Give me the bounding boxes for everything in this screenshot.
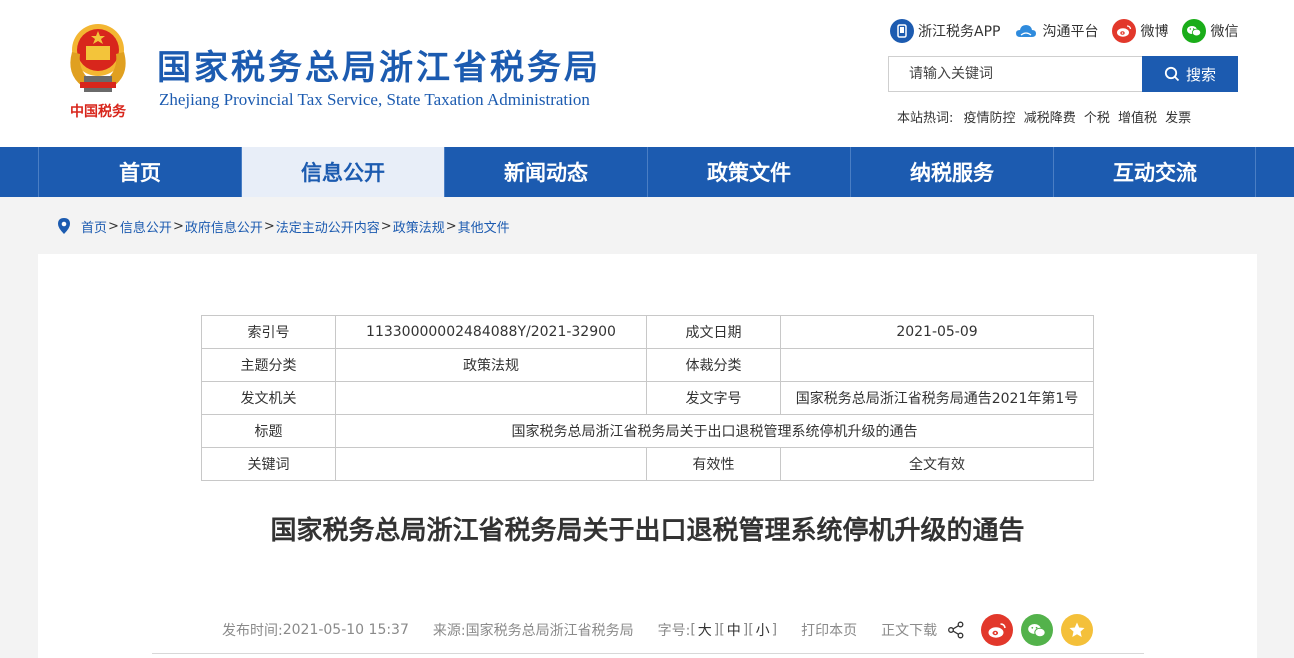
nav-item-policy[interactable]: 政策文件 [647, 147, 850, 197]
hot-words-label: 本站热词: [897, 111, 954, 126]
breadcrumb-separator: > [445, 218, 457, 234]
wechat-icon [1182, 19, 1207, 43]
table-row: 标题 国家税务总局浙江省税务局关于出口退税管理系统停机升级的通告 [201, 414, 1094, 448]
nav-item-home[interactable]: 首页 [38, 147, 241, 197]
breadcrumb-separator: > [380, 218, 392, 234]
breadcrumb-separator: > [263, 218, 275, 234]
nav-item-info-disclosure[interactable]: 信息公开 [241, 147, 444, 197]
table-row: 关键词 有效性 全文有效 [201, 447, 1094, 481]
topic-label: 主题分类 [201, 348, 336, 382]
top-link-weibo[interactable]: 微博 [1112, 19, 1168, 43]
top-links: 浙江税务APP 沟通平台 微博 微信 [890, 18, 1238, 44]
breadcrumb-link[interactable]: 其他文件 [458, 217, 510, 236]
top-link-label: 沟通平台 [1042, 24, 1099, 40]
breadcrumb: 首页 > 信息公开 > 政府信息公开 > 法定主动公开内容 > 政策法规 > 其… [57, 216, 510, 236]
top-link-label: 浙江税务APP [918, 24, 1001, 40]
table-row: 索引号 11330000002484088Y/2021-32900 成文日期 2… [201, 315, 1094, 349]
cloud-icon [1014, 19, 1038, 43]
app-phone-icon [890, 19, 914, 43]
content-card: 索引号 11330000002484088Y/2021-32900 成文日期 2… [38, 254, 1257, 658]
nav-item-interaction[interactable]: 互动交流 [1053, 147, 1256, 197]
main-nav: 首页 信息公开 新闻动态 政策文件 纳税服务 互动交流 [0, 147, 1294, 197]
wechat-share-icon[interactable] [1021, 614, 1054, 646]
hot-words: 本站热词: 疫情防控 减税降费 个税 增值税 发票 [897, 107, 1195, 126]
publish-time-value: 2021-05-10 15:37 [282, 622, 409, 638]
breadcrumb-link[interactable]: 首页 [81, 217, 107, 236]
hot-word[interactable]: 减税降费 [1024, 111, 1076, 126]
validity-label: 有效性 [646, 447, 781, 481]
print-button[interactable]: 打印本页 [801, 620, 857, 640]
font-size-medium-button[interactable]: 中 [727, 620, 741, 640]
hot-word[interactable]: 个税 [1084, 111, 1110, 126]
title-label: 标题 [201, 414, 336, 448]
publish-time-label: 发布时间: [222, 623, 283, 639]
table-row: 发文机关 发文字号 国家税务总局浙江省税务局通告2021年第1号 [201, 381, 1094, 415]
breadcrumb-link[interactable]: 信息公开 [120, 217, 172, 236]
weibo-share-icon[interactable] [981, 614, 1014, 646]
breadcrumb-separator: > [108, 218, 119, 234]
nav-divider [1255, 147, 1256, 197]
search-button-label: 搜索 [1185, 65, 1216, 84]
info-bar-divider [152, 653, 1144, 654]
location-pin-icon [58, 218, 70, 234]
breadcrumb-link[interactable]: 法定主动公开内容 [276, 217, 380, 236]
index-value: 11330000002484088Y/2021-32900 [335, 315, 647, 349]
nav-item-news[interactable]: 新闻动态 [444, 147, 647, 197]
document-info-bar: 发布时间: 2021-05-10 15:37 来源: 国家税务总局浙江省税务局 … [222, 614, 1094, 646]
share-icon[interactable] [947, 621, 965, 639]
download-button[interactable]: 正文下载 [881, 620, 937, 640]
keyword-label: 关键词 [201, 447, 336, 481]
hot-word[interactable]: 疫情防控 [964, 111, 1016, 126]
table-row: 主题分类 政策法规 体裁分类 [201, 348, 1094, 382]
source-label: 来源: [432, 623, 466, 639]
index-label: 索引号 [201, 315, 336, 349]
title-value: 国家税务总局浙江省税务局关于出口退税管理系统停机升级的通告 [335, 414, 1094, 448]
site-title[interactable]: 国家税务总局浙江省税务局 [157, 40, 601, 89]
date-label: 成文日期 [646, 315, 781, 349]
topic-value: 政策法规 [335, 348, 647, 382]
top-link-label: 微博 [1140, 24, 1169, 40]
issuer-label: 发文机关 [201, 381, 336, 415]
font-size-large-button[interactable]: 大 [698, 620, 712, 640]
site-header: 中国税务 国家税务总局浙江省税务局 Zhejiang Provincial Ta… [0, 0, 1294, 147]
search-button[interactable]: 搜索 [1142, 56, 1238, 92]
doc-number-label: 发文字号 [646, 381, 781, 415]
site-subtitle: Zhejiang Provincial Tax Service, State T… [159, 90, 590, 109]
date-value: 2021-05-09 [780, 315, 1094, 349]
top-link-app[interactable]: 浙江税务APP [890, 19, 1000, 43]
genre-value [780, 348, 1094, 382]
emblem-caption: 中国税务 [70, 103, 127, 120]
hot-word[interactable]: 增值税 [1118, 111, 1157, 126]
breadcrumb-separator: > [172, 218, 184, 234]
source-value: 国家税务总局浙江省税务局 [465, 623, 634, 639]
top-link-wechat[interactable]: 微信 [1182, 19, 1238, 43]
document-meta-table: 索引号 11330000002484088Y/2021-32900 成文日期 2… [201, 315, 1094, 481]
document-title: 国家税务总局浙江省税务局关于出口退税管理系统停机升级的通告 [270, 516, 1025, 546]
weibo-icon [1112, 19, 1137, 43]
font-size-small-button[interactable]: 小 [756, 620, 770, 640]
search-box: 搜索 [888, 56, 1238, 92]
doc-number-value: 国家税务总局浙江省税务局通告2021年第1号 [780, 381, 1094, 415]
search-input[interactable] [888, 56, 1142, 92]
nav-item-tax-service[interactable]: 纳税服务 [850, 147, 1053, 197]
top-link-platform[interactable]: 沟通平台 [1014, 19, 1098, 43]
qzone-share-icon[interactable] [1061, 614, 1094, 646]
genre-label: 体裁分类 [646, 348, 781, 382]
keyword-value [335, 447, 647, 481]
breadcrumb-link[interactable]: 政策法规 [393, 217, 445, 236]
validity-value: 全文有效 [780, 447, 1094, 481]
font-size-label: 字号: [657, 623, 691, 639]
search-icon [1164, 66, 1180, 82]
top-link-label: 微信 [1210, 24, 1239, 40]
issuer-value [335, 381, 647, 415]
hot-word[interactable]: 发票 [1165, 111, 1191, 126]
breadcrumb-link[interactable]: 政府信息公开 [185, 217, 263, 236]
tax-emblem-logo[interactable]: 中国税务 [60, 18, 136, 122]
